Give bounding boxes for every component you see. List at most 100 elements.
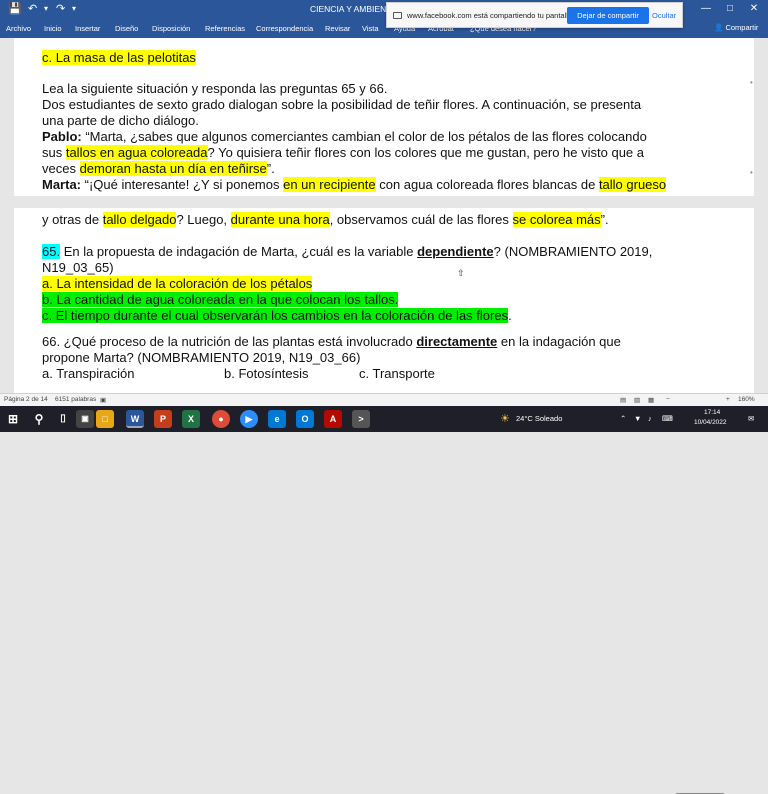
volume-icon[interactable]: ♪ [648,414,652,423]
marta-text-2d: ”. [600,212,609,227]
clock-time[interactable]: 17:14 [704,409,720,416]
screen-share-icon [393,12,402,19]
tab-revisar[interactable]: Revisar [325,24,350,33]
marta-label: Marta: [42,177,82,192]
q65-option-b: b. La cantidad de agua coloreada en la q… [42,292,399,308]
language-icon[interactable]: ⌨ [662,414,673,423]
minimize-icon[interactable]: — [700,3,712,15]
marta-line-2: y otras de tallo delgado? Luego, durante… [42,212,609,228]
page-indicator[interactable]: Página 2 de 14 [4,396,48,403]
q65-option-c: c. El tiempo durante el cual observarán … [42,308,512,323]
undo-dropdown-icon[interactable]: ▾ [44,4,48,13]
chrome-icon[interactable]: ● [212,410,230,428]
pablo-text-2a: sus [42,145,66,160]
tab-diseno[interactable]: Diseño [115,24,138,33]
web-layout-icon[interactable]: ▦ [648,396,654,404]
marta-text-1a: “¡Qué interesante! ¿Y si ponemos [81,177,284,192]
redo-icon[interactable]: ↷ [56,2,65,15]
clock-date[interactable]: 10/04/2022 [694,419,727,426]
marta-highlight-5: se colorea más [512,212,601,227]
tab-vista[interactable]: Vista [362,24,379,33]
tab-correspondencia[interactable]: Correspondencia [256,24,313,33]
pablo-text-1: “Marta, ¿sabes que algunos comerciantes … [81,129,647,144]
outlook-icon[interactable]: O [296,410,314,428]
marta-highlight-4: durante una hora [230,212,330,227]
read-mode-icon[interactable]: ▤ [620,396,626,404]
undo-icon[interactable]: ↶ [28,2,37,15]
widgets-icon[interactable]: ▣ [76,410,94,428]
sun-icon: ☀ [500,413,510,425]
stop-sharing-button[interactable]: Dejar de compartir [567,7,649,24]
tab-insertar[interactable]: Insertar [75,24,100,33]
intro-line-2: Dos estudiantes de sexto grado dialogan … [42,97,642,112]
save-icon[interactable]: 💾 [8,2,22,15]
mouse-pointer-icon: ⇧ [457,268,465,278]
show-hidden-icons[interactable]: ⌃ [620,414,626,423]
intro-line-1: Lea la siguiente situación y responda la… [42,81,388,96]
document-area[interactable]: c. La masa de las pelotitas Lea la sigui… [0,38,768,393]
terminal-icon[interactable]: > [352,410,370,428]
q66-line-2: propone Marta? (NOMBRAMIENTO 2019, N19_0… [42,350,361,365]
pablo-text-3a: veces [42,161,80,176]
paragraph-mark-icon: • [750,168,753,177]
search-icon[interactable]: ⚲ [30,410,48,428]
excel-icon[interactable]: X [182,410,200,428]
status-bar: Página 2 de 14 6151 palabras ▣ ▤ ▧ ▦ − +… [0,393,768,794]
q66-underlined: directamente [416,334,498,349]
hide-button[interactable]: Ocultar [652,11,676,20]
q65-option-c-text: c. El tiempo durante el cual observarán … [42,308,509,323]
q65-line-2: N19_03_65) [42,260,114,275]
word-count[interactable]: 6151 palabras [55,396,96,403]
print-layout-icon[interactable]: ▧ [634,396,640,404]
marta-highlight-2: tallo grueso [598,177,667,192]
pablo-line-2: sus tallos en agua coloreada? Yo quisier… [42,145,644,161]
share-button[interactable]: 👤 Compartir [714,23,758,32]
tab-archivo[interactable]: Archivo [6,24,31,33]
q65-text-a: En la propuesta de indagación de Marta, … [60,244,418,259]
q66-text-a: 66. ¿Qué proceso de la nutrición de las … [42,334,417,349]
customize-quick-access-icon[interactable]: ▾ [72,4,76,13]
marta-text-2a: y otras de [42,212,103,227]
page-break [14,196,754,208]
word-icon[interactable]: W [126,410,144,428]
tab-inicio[interactable]: Inicio [44,24,62,33]
q66-option-b: b. Fotosíntesis [224,366,309,381]
pablo-text-3b: ”. [266,161,275,176]
zoom-level[interactable]: 160% [738,396,755,403]
edge-icon[interactable]: e [268,410,286,428]
tab-disposicion[interactable]: Disposición [152,24,190,33]
marta-text-1b: con agua coloreada flores blancas de [375,177,599,192]
q65-text-b: ? (NOMBRAMIENTO 2019, [493,244,653,259]
q65-line-1: 65. En la propuesta de indagación de Mar… [42,244,652,260]
maximize-icon[interactable]: □ [724,3,736,15]
pablo-line-1: Pablo: “Marta, ¿sabes que algunos comerc… [42,129,647,145]
zoom-in-icon[interactable]: + [726,396,730,403]
pablo-line-3: veces demoran hasta un día en teñirse”. [42,161,275,177]
marta-text-2b: ? Luego, [176,212,231,227]
network-icon[interactable]: ▼ [634,414,641,423]
weather-text[interactable]: 24°C Soleado [516,414,562,423]
pablo-highlight-2: demoran hasta un día en teñirse [79,161,267,176]
file-explorer-icon[interactable]: □ [96,410,114,428]
powerpoint-icon[interactable]: P [154,410,172,428]
tab-referencias[interactable]: Referencias [205,24,245,33]
document-page[interactable]: c. La masa de las pelotitas Lea la sigui… [14,38,754,393]
close-icon[interactable]: ✕ [748,3,760,15]
proofing-icon[interactable]: ▣ [100,396,106,404]
q66-line-1: 66. ¿Qué proceso de la nutrición de las … [42,334,621,350]
person-icon: 👤 [714,23,724,32]
zoom-app-icon[interactable]: ▶ [240,410,258,428]
paragraph-mark-icon: • [750,78,753,87]
q66-option-c: c. Transporte [359,366,435,381]
q65-option-a-text: a. La intensidad de la coloración de los… [42,276,313,291]
acrobat-icon[interactable]: A [324,410,342,428]
notifications-icon[interactable]: ✉ [748,414,754,423]
q65-option-b-text: b. La cantidad de agua coloreada en la q… [42,292,399,307]
q66-text-b: en la indagación que [497,334,621,349]
line-top-option: c. La masa de las pelotitas [42,50,196,66]
windows-start-icon[interactable]: ⊞ [4,410,22,428]
pablo-label: Pablo: [42,129,82,144]
q65-underlined: dependiente [417,244,494,259]
task-view-icon[interactable]: ▯ [54,410,72,428]
zoom-out-icon[interactable]: − [666,396,670,403]
